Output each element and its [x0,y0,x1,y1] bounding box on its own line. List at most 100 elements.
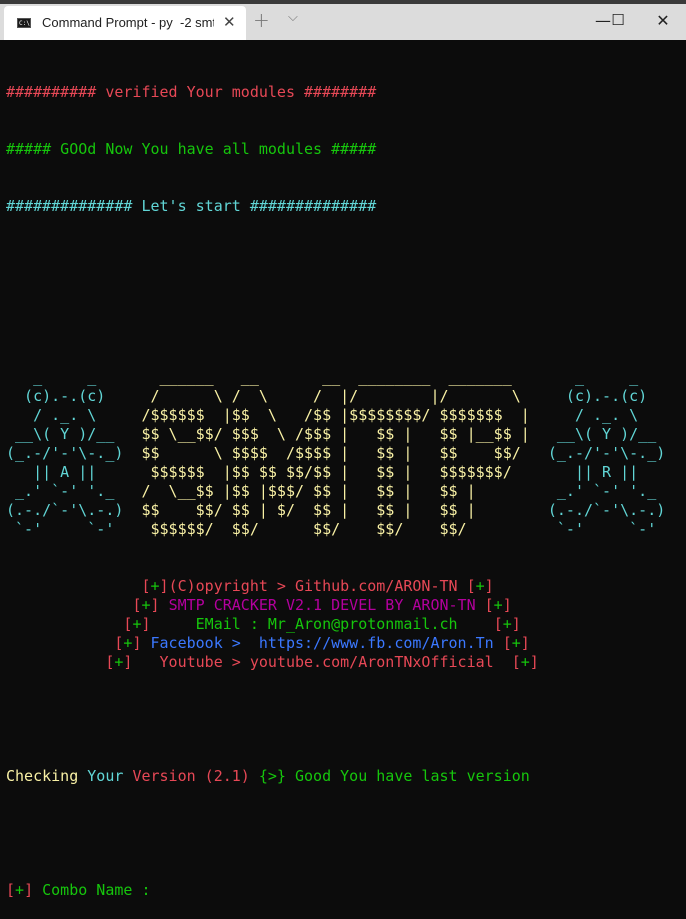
right-bear-art: / ._. \ [547,406,639,424]
credit-text: (C)opyright > Github.com/ARON-TN [168,577,458,595]
left-bear-art: (.-./`-'\.-.) [6,501,142,519]
smtp-logo-art: $$$$$$/ $$/ $$/ $$/ $$/ [141,520,548,538]
right-bear-art: (c).-.(c) [547,387,648,405]
right-bear-art: (.-./`-'\.-.) [547,501,666,519]
credit-line: [+] Facebook > https://www.fb.com/Aron.T… [6,634,665,653]
right-bear-art: `-' `-' [547,520,657,538]
bracket-open: [ [6,881,16,899]
smtp-logo-art: $$ \__$$/ $$$ \ /$$$ | $$ | $$ |__$$ | [141,425,548,443]
marker-plus: + [150,577,160,595]
smtp-logo-art: ______ __ __ ________ _______ [141,368,548,386]
marker-plus: + [475,577,485,595]
marker-close: ] [520,634,530,652]
smtp-logo-art: / \__$$ |$$ |$$$/ $$ | $$ | $$ | [141,482,548,500]
banner-row: (c).-.(c) / \ / \ / |/ |/ \ (c).-.(c) [6,387,665,406]
marker-close: ] [123,653,133,671]
left-bear-art: (_.-/'-'\-._) [6,444,142,462]
marker-plus: + [520,653,530,671]
smtp-logo-art: $$ $$/ $$ | $/ $$ | $$ | $$ | [141,501,548,519]
credit-line: [+] Youtube > youtube.com/AronTNxOfficia… [6,653,665,672]
terminal-icon: C:\ [17,18,31,28]
maximize-button[interactable]: ☐ [595,0,641,40]
tab-command-prompt[interactable]: C:\ Command Prompt - py -2 smtp ✕ [4,6,246,40]
marker-close: ] [502,596,512,614]
marker-close: ] [159,577,169,595]
title-bar: C:\ Command Prompt - py -2 smtp ✕ + ⌵ — … [0,0,686,40]
credit-text: SMTP CRACKER V2.1 DEVEL BY ARON-TN [168,596,476,614]
marker-close: ] [150,596,160,614]
new-tab-button[interactable]: + [253,8,270,32]
marker-plus: + [123,634,133,652]
marker-open: [ [466,577,476,595]
credits-block: [+](C)opyright > Github.com/ARON-TN [+] … [6,577,665,672]
combo-name-prompt[interactable]: [+] Combo Name : [6,881,665,900]
banner-row: __\( Y )/__ $$ \__$$/ $$$ \ /$$$ | $$ | … [6,425,665,444]
version-result: {>} Good You have last version [258,767,530,785]
left-bear-art: _ _ [6,368,142,386]
banner-row: _ _ ______ __ __ ________ _______ _ _ [6,368,665,387]
marker-close: ] [484,577,494,595]
checking-text: Checking [6,767,88,785]
marker-close: ] [511,615,521,633]
credit-line: [+] EMail : Mr_Aron@protonmail.ch [+] [6,615,665,634]
ascii-banner: _ _ ______ __ __ ________ _______ _ _ (c… [6,368,665,539]
marker-open: [ [484,596,494,614]
banner-row: (.-./`-'\.-.) $$ $$/ $$ | $/ $$ | $$ | $… [6,501,665,520]
smtp-logo-art: / \ / \ / |/ |/ \ [141,387,548,405]
terminal-output[interactable]: ########## verified Your modules #######… [6,45,665,919]
left-bear-art: (c).-.(c) [6,387,142,405]
marker-open: [ [114,634,124,652]
right-bear-art: __\( Y )/__ [547,425,657,443]
credit-text: Facebook > https://www.fb.com/Aron.Tn [150,634,494,652]
right-bear-art: _.' `-' '._ [547,482,657,500]
smtp-logo-art: $$$$$$ |$$ $$ $$/$$ | $$ | $$$$$$$/ [141,463,548,481]
left-bear-art: || A || [6,463,142,481]
smtp-logo-art: /$$$$$$ |$$ \ /$$ |$$$$$$$$/ $$$$$$$ | [141,406,548,424]
banner-row: `-' `-' $$$$$$/ $$/ $$/ $$/ $$/ `-' `-' [6,520,665,539]
banner-row: _.' `-' '._ / \__$$ |$$ |$$$/ $$ | $$ | … [6,482,665,501]
close-tab-icon[interactable]: ✕ [223,13,236,31]
marker-open: [ [141,577,151,595]
right-bear-art: _ _ [547,368,639,386]
marker-plus: + [493,596,503,614]
credit-text: Youtube > youtube.com/AronTNxOfficial [159,653,494,671]
credit-text: EMail : Mr_Aron@protonmail.ch [195,615,458,633]
banner-row: (_.-/'-'\-._) $$ \ $$$$ /$$$$ | $$ | $$ … [6,444,665,463]
header-good: ##### GOOd Now You have all modules ####… [6,140,377,158]
marker-close: ] [132,634,142,652]
combo-name-label: Combo Name : [33,881,151,899]
marker-open: [ [105,653,115,671]
tab-title: Command Prompt - py -2 smtp [42,15,214,30]
marker-plus: + [502,615,512,633]
marker-close: ] [529,653,539,671]
credit-line: [+](C)opyright > Github.com/ARON-TN [+] [6,577,665,596]
banner-row: || A || $$$$$$ |$$ $$ $$/$$ | $$ | $$$$$… [6,463,665,482]
credit-line: [+] SMTP CRACKER V2.1 DEVEL BY ARON-TN [… [6,596,665,615]
marker-open: [ [493,615,503,633]
header-verified: ########## verified Your modules #######… [6,83,377,101]
marker-open: [ [502,634,512,652]
right-bear-art: (_.-/'-'\-._) [547,444,666,462]
left-bear-art: _.' `-' '._ [6,482,142,500]
marker-plus: + [114,653,124,671]
close-window-button[interactable]: ✕ [640,0,686,40]
chevron-down-icon[interactable]: ⌵ [288,10,298,25]
your-text: Your [87,767,133,785]
bracket-close: ] [24,881,34,899]
marker-plus: + [141,596,151,614]
left-bear-art: __\( Y )/__ [6,425,142,443]
marker-plus: + [511,634,521,652]
version-text: Version (2.1) [132,767,259,785]
marker-open: [ [511,653,521,671]
